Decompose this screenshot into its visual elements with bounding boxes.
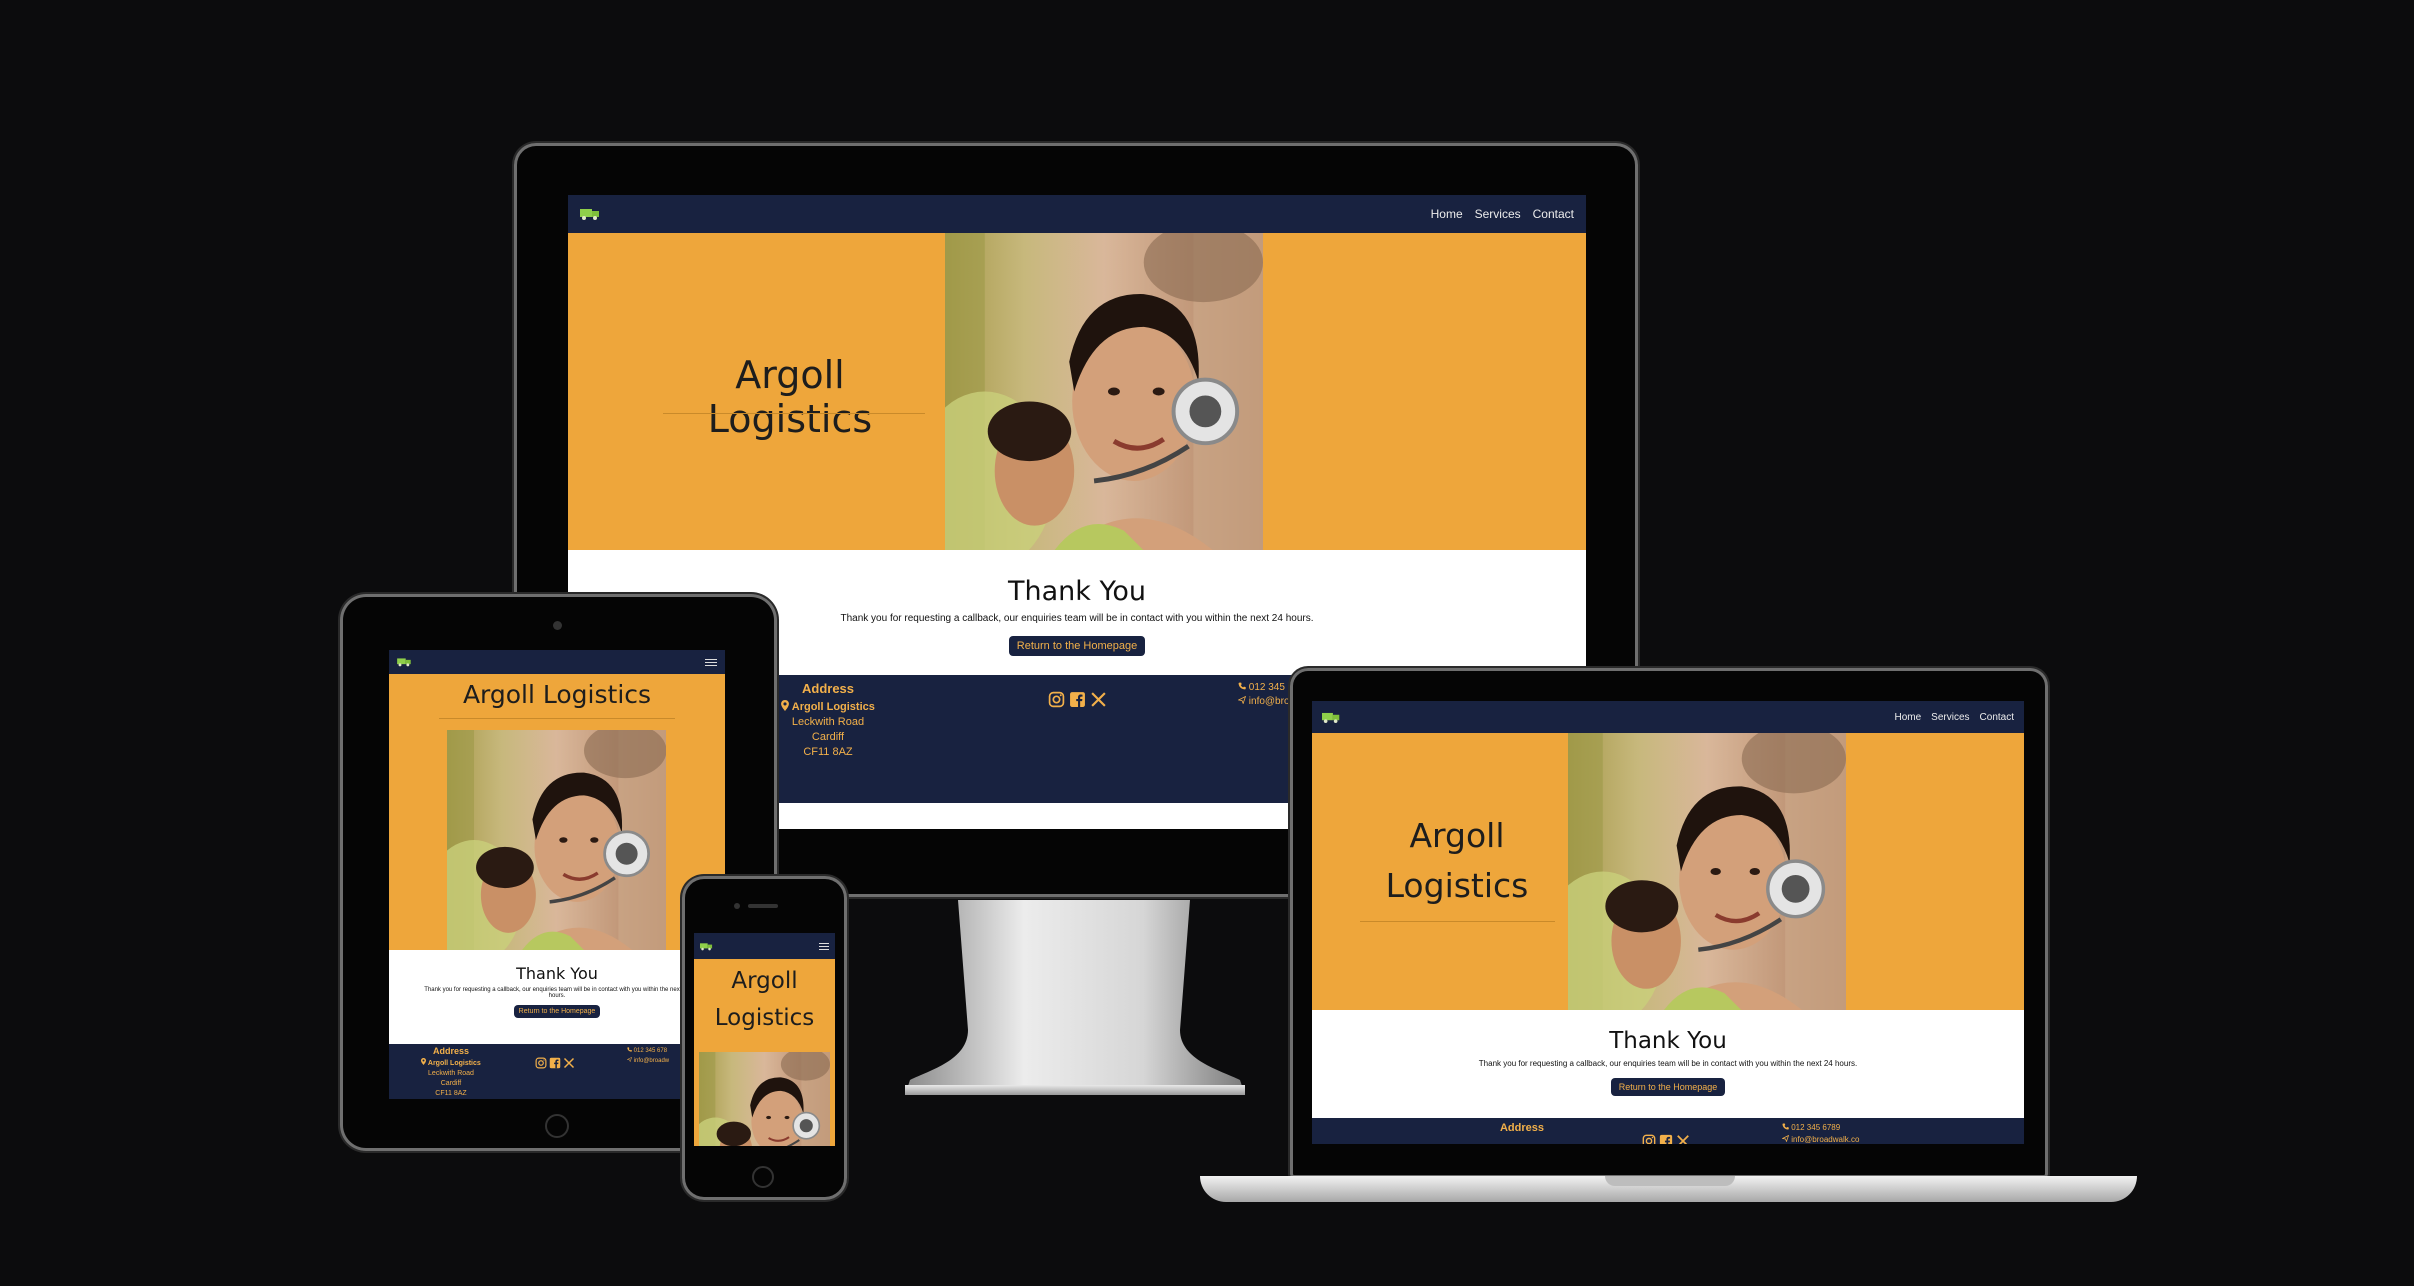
hero-title-line2: Logistics	[1385, 866, 1529, 905]
thank-you-section: Thank You Thank you for requesting a cal…	[1312, 1010, 2024, 1118]
footer: Address Argoll Logistics Leckwith Road C…	[389, 1044, 725, 1099]
hero-title-line2: Logistics	[714, 1005, 815, 1031]
callcenter-photo	[447, 730, 666, 950]
hamburger-menu-icon[interactable]	[819, 941, 829, 952]
facebook-icon[interactable]	[1069, 691, 1086, 708]
instagram-icon[interactable]	[535, 1057, 547, 1069]
hero-title-line1: Argoll	[1409, 816, 1505, 855]
phone-icon	[1238, 682, 1246, 690]
nav-home[interactable]: Home	[1894, 712, 1921, 723]
laptop-screen: Home Services Contact Argoll Logistics T…	[1312, 701, 2024, 1144]
thanks-message-line2: hours.	[548, 993, 566, 999]
x-icon[interactable]	[1676, 1134, 1690, 1144]
address-heading: Address	[1499, 1122, 1545, 1134]
footer: Address 012 345 6789 info@broadwalk.co	[1312, 1118, 2024, 1144]
thanks-heading: Thank You	[1609, 1028, 1727, 1054]
instagram-icon[interactable]	[1642, 1134, 1656, 1144]
address-postcode: CF11 8AZ	[435, 1090, 467, 1097]
address-company: Argoll Logistics	[791, 701, 875, 713]
phone-camera	[734, 903, 740, 909]
footer-phone[interactable]: 012 345 678	[634, 1048, 667, 1054]
nav-services[interactable]: Services	[1475, 207, 1521, 221]
monitor-stand	[905, 900, 1245, 1095]
nav-home[interactable]: Home	[1431, 207, 1463, 221]
hero-title-line1: Argoll	[731, 968, 798, 994]
address-city: Cardiff	[440, 1080, 462, 1087]
callcenter-photo	[945, 233, 1263, 550]
instagram-icon[interactable]	[1048, 691, 1065, 708]
hero-divider	[663, 413, 925, 414]
truck-icon[interactable]	[397, 657, 413, 667]
callcenter-photo	[699, 1052, 830, 1146]
hero-section: Argoll Logistics	[389, 674, 725, 950]
hamburger-menu-icon[interactable]	[705, 657, 717, 668]
hero-section: Argoll Logistics	[694, 959, 835, 1146]
x-icon[interactable]	[563, 1057, 575, 1069]
tablet-screen: Argoll Logistics Thank You Thank you for…	[389, 650, 725, 1099]
send-icon	[627, 1057, 632, 1062]
facebook-icon[interactable]	[1659, 1134, 1673, 1144]
tablet-camera	[553, 621, 562, 630]
address-street: Leckwith Road	[428, 1070, 474, 1077]
hero-divider	[1360, 921, 1555, 922]
footer-phone[interactable]: 012 345 6789	[1791, 1123, 1840, 1132]
thanks-message: Thank you for requesting a callback, our…	[1478, 1059, 1858, 1068]
laptop-notch	[1605, 1176, 1735, 1186]
nav-services[interactable]: Services	[1931, 712, 1969, 723]
footer-email[interactable]: info@broadw	[634, 1058, 669, 1064]
hero-title: Argoll Logistics	[1357, 811, 1557, 911]
x-icon[interactable]	[1090, 691, 1107, 708]
hero-section: Argoll Logistics	[568, 233, 1586, 550]
address-heading: Address	[432, 1046, 469, 1056]
return-home-button[interactable]: Return to the Homepage	[1008, 636, 1146, 656]
hero-title: Argoll Logistics	[462, 680, 652, 709]
phone-speaker	[748, 904, 778, 908]
navbar: Home Services Contact	[568, 195, 1586, 233]
thanks-heading: Thank You	[516, 964, 598, 983]
thank-you-section: Thank You Thank you for requesting a cal…	[389, 950, 725, 1044]
send-icon	[1238, 696, 1246, 704]
address-company: Argoll Logistics	[427, 1060, 481, 1067]
phone-home-button	[752, 1166, 774, 1188]
facebook-icon[interactable]	[549, 1057, 561, 1069]
phone-icon	[1782, 1123, 1789, 1130]
return-home-button[interactable]: Return to the Homepage	[513, 1005, 601, 1018]
map-pin-icon	[421, 1058, 426, 1065]
truck-icon[interactable]	[700, 942, 714, 951]
map-pin-icon	[781, 700, 789, 711]
hero-title: Argoll Logistics	[707, 353, 873, 441]
nav-contact[interactable]: Contact	[1980, 712, 2014, 723]
footer-email[interactable]: info@broadwalk.co	[1791, 1135, 1859, 1144]
truck-icon[interactable]	[1322, 711, 1342, 724]
tablet-home-button	[545, 1114, 569, 1138]
hero-divider	[439, 718, 675, 719]
nav-contact[interactable]: Contact	[1533, 207, 1574, 221]
hero-title: Argoll Logistics	[694, 963, 835, 1037]
truck-icon[interactable]	[580, 207, 602, 221]
phone-screen: Argoll Logistics	[694, 933, 835, 1146]
phone-icon	[627, 1047, 632, 1052]
hero-section: Argoll Logistics	[1312, 733, 2024, 1010]
send-icon	[1782, 1135, 1789, 1142]
callcenter-photo	[1568, 733, 1846, 1010]
return-home-button[interactable]: Return to the Homepage	[1610, 1078, 1726, 1096]
